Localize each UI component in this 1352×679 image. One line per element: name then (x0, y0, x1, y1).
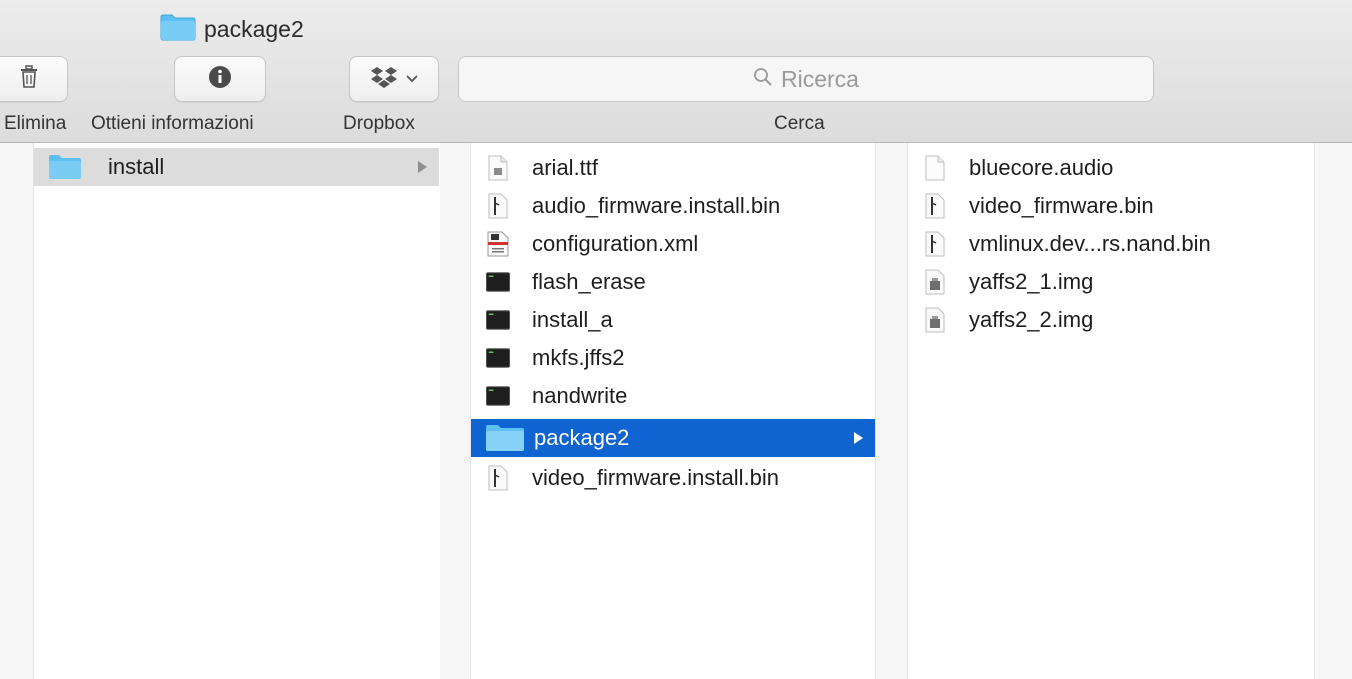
dropbox-button[interactable] (349, 56, 439, 102)
list-item-label: mkfs.jffs2 (532, 345, 625, 370)
list-item-label: flash_erase (532, 269, 646, 294)
browser-column-3: bluecore.audio video_firmware.bin vmlinu… (907, 143, 1315, 679)
list-item[interactable]: video_firmware.bin (908, 187, 1314, 225)
search-icon (753, 66, 781, 93)
terminal-exec-icon (486, 268, 510, 296)
list-item-label: video_firmware.install.bin (532, 465, 779, 490)
list-item[interactable]: video_firmware.install.bin (471, 459, 875, 497)
list-item-label: yaffs2_1.img (969, 269, 1094, 294)
list-item-label: arial.ttf (532, 155, 599, 180)
disk-image-icon (923, 306, 947, 334)
list-item-label: yaffs2_2.img (969, 307, 1094, 332)
info-button[interactable] (174, 56, 266, 102)
binary-file-icon (486, 192, 510, 220)
folder-icon (160, 13, 196, 46)
info-icon (208, 65, 232, 94)
list-item-label: vmlinux.dev...rs.nand.bin (969, 231, 1211, 256)
list-item[interactable]: flash_erase (471, 263, 875, 301)
column-gutter (0, 143, 33, 679)
search-placeholder: Ricerca (781, 65, 859, 92)
list-item-label: install_a (532, 307, 613, 332)
binary-file-icon (923, 192, 947, 220)
list-item-label: install (108, 154, 165, 179)
list-item[interactable]: vmlinux.dev...rs.nand.bin (908, 225, 1314, 263)
blank-file-icon (923, 154, 947, 182)
window-title: package2 (160, 12, 304, 46)
list-item[interactable]: install_a (471, 301, 875, 339)
delete-button[interactable] (0, 56, 68, 102)
chevron-down-icon (406, 70, 418, 88)
dropbox-label[interactable]: Dropbox (343, 113, 415, 135)
column-gutter (1316, 143, 1352, 679)
toolbar: package2 Ricerca Elimina Ottieni informa… (0, 0, 1352, 143)
list-item[interactable]: yaffs2_2.img (908, 301, 1314, 339)
xml-file-icon (486, 230, 510, 258)
list-item[interactable]: configuration.xml (471, 225, 875, 263)
browser-column-2: arial.ttf audio_firmware.install.bin con… (470, 143, 876, 679)
list-item-label: audio_firmware.install.bin (532, 193, 781, 218)
window-title-text: package2 (204, 15, 304, 42)
folder-icon (48, 153, 82, 181)
delete-label[interactable]: Elimina (4, 113, 66, 135)
list-item-label: video_firmware.bin (969, 193, 1154, 218)
info-label[interactable]: Ottieni informazioni (91, 113, 254, 135)
column-divider[interactable] (877, 143, 907, 679)
list-item-package2[interactable]: package2 (471, 419, 875, 457)
terminal-exec-icon (486, 382, 510, 410)
binary-file-icon (486, 464, 510, 492)
disk-image-icon (923, 268, 947, 296)
list-item[interactable]: bluecore.audio (908, 149, 1314, 187)
chevron-right-icon (854, 432, 863, 444)
list-item[interactable]: audio_firmware.install.bin (471, 187, 875, 225)
terminal-exec-icon (486, 344, 510, 372)
terminal-exec-icon (486, 306, 510, 334)
browser-column-1: install (33, 143, 439, 679)
binary-file-icon (923, 230, 947, 258)
chevron-right-icon (418, 161, 427, 173)
list-item[interactable]: nandwrite (471, 377, 875, 415)
search-label: Cerca (774, 113, 825, 134)
list-item-install[interactable]: install (34, 148, 439, 186)
dropbox-icon (370, 65, 398, 94)
list-item-label: bluecore.audio (969, 155, 1114, 180)
trash-icon (18, 64, 40, 94)
list-item-label: package2 (534, 425, 630, 450)
font-file-icon (486, 154, 510, 182)
list-item[interactable]: mkfs.jffs2 (471, 339, 875, 377)
column-divider[interactable] (440, 143, 470, 679)
list-item[interactable]: yaffs2_1.img (908, 263, 1314, 301)
list-item[interactable]: arial.ttf (471, 149, 875, 187)
folder-icon (483, 424, 527, 452)
list-item-label: configuration.xml (532, 231, 699, 256)
search-input[interactable]: Ricerca (458, 56, 1154, 102)
list-item-label: nandwrite (532, 383, 628, 408)
